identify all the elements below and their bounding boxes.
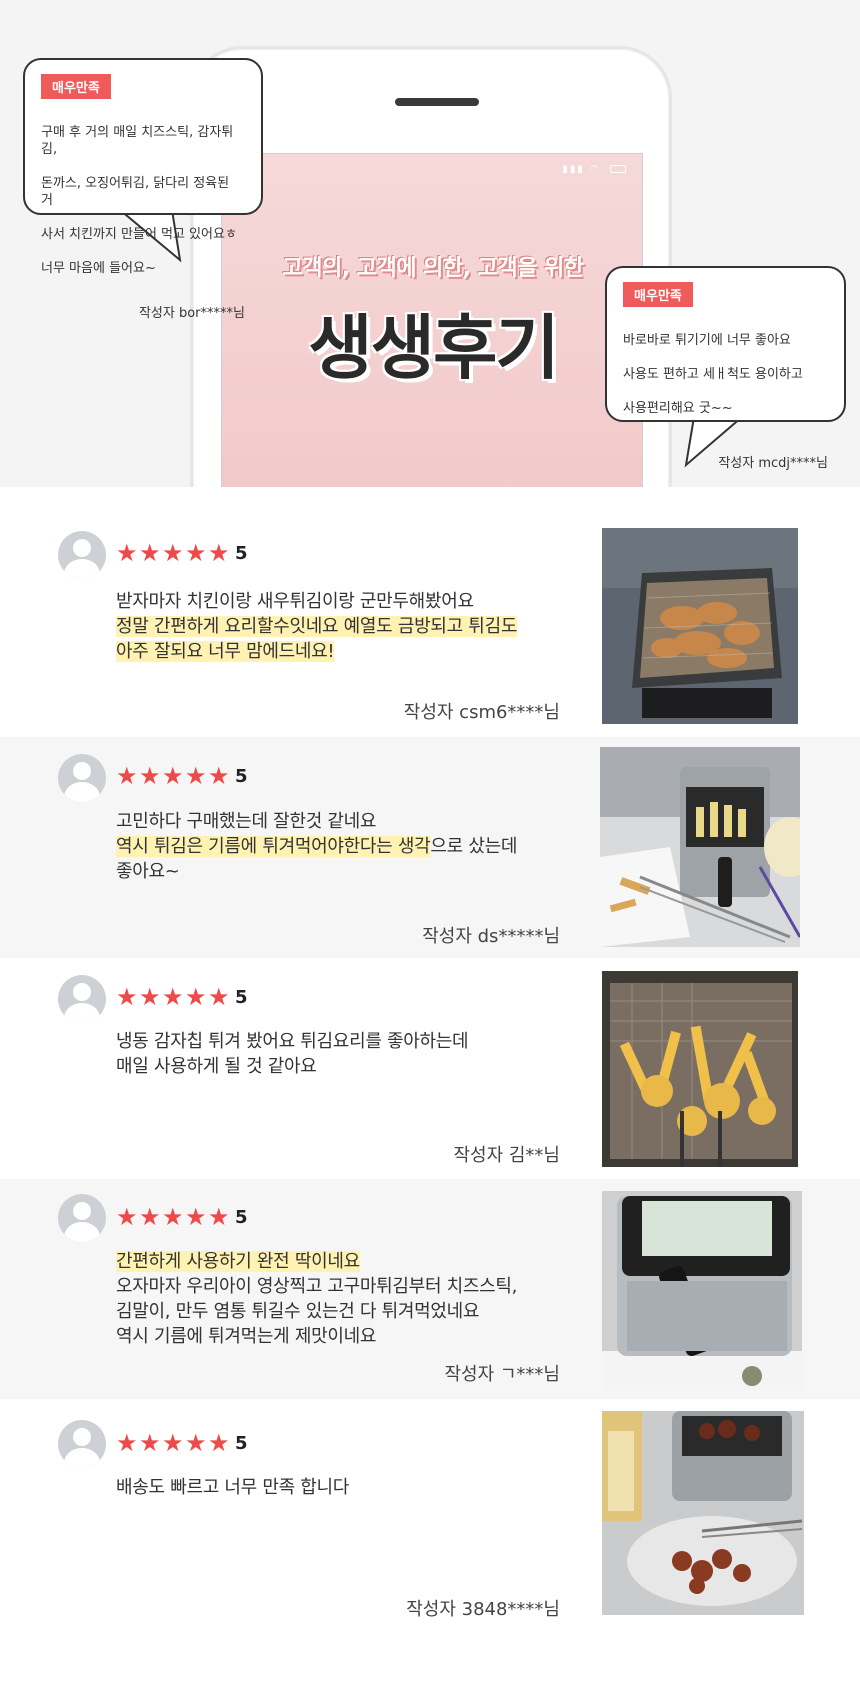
review-author: 작성자 ds*****님: [422, 926, 560, 947]
bubble-line: 사용도 편하고 세ㅐ척도 용이하고: [623, 367, 803, 382]
status-bar-icons: ▮▮▮ ◠: [562, 164, 626, 175]
star-icon: ★: [162, 1203, 184, 1231]
star-icon: ★: [139, 539, 161, 567]
review-author: 작성자 ㄱ***님: [444, 1364, 560, 1385]
review-line: 매일 사용하게 될 것 같아요: [116, 1056, 317, 1077]
review-card: ★ ★ ★ ★ ★ 5 배송도 빠르고 너무 만족 합니다 작성자 3848**…: [0, 1399, 860, 1639]
avatar: [58, 531, 106, 579]
review-author: 작성자 csm6****님: [403, 702, 560, 723]
review-card: ★ ★ ★ ★ ★ 5 받자마자 치킨이랑 새우튀김이랑 군만두해봤어요 정말 …: [0, 508, 860, 737]
star-rating: ★ ★ ★ ★ ★ 5: [116, 539, 248, 567]
review-text: 간편하게 사용하기 완전 딱이네요 오자마자 우리아이 영상찍고 고구마튀김부터…: [116, 1249, 571, 1349]
star-icon: ★: [208, 1429, 230, 1457]
star-rating: ★ ★ ★ ★ ★ 5: [116, 1429, 248, 1457]
rating-value: 5: [235, 1432, 248, 1454]
review-line: 아주 잘되요 너무 맘에드네요!: [116, 641, 335, 662]
star-icon: ★: [185, 1203, 207, 1231]
star-icon: ★: [185, 539, 207, 567]
review-line: 냉동 감자칩 튀겨 봤어요 튀김요리를 좋아하는데: [116, 1031, 469, 1052]
phone-screen: ▮▮▮ ◠ 고객의, 고객에 의한, 고객을 위한 생생후기: [221, 153, 643, 487]
avatar: [58, 1194, 106, 1242]
review-text: 배송도 빠르고 너무 만족 합니다: [116, 1475, 571, 1500]
star-icon: ★: [185, 762, 207, 790]
bubble-author: 작성자 mcdj****님: [718, 456, 828, 471]
review-card: ★ ★ ★ ★ ★ 5 고민하다 구매했는데 잘한것 같네요 역시 튀김은 기름…: [0, 737, 860, 958]
rating-value: 5: [235, 765, 248, 787]
review-line: 정말 간편하게 요리할수잇네요 예열도 금방되고 튀김도: [116, 616, 518, 637]
star-icon: ★: [139, 983, 161, 1011]
review-line: 고민하다 구매했는데 잘한것 같네요: [116, 811, 377, 832]
avatar: [58, 1420, 106, 1468]
star-icon: ★: [116, 539, 138, 567]
bubble-line: 너무 마음에 들어요~: [41, 261, 156, 276]
fried-chicken-basket-photo: [602, 528, 798, 724]
satisfaction-badge: 매우만족: [41, 74, 111, 99]
avatar: [58, 754, 106, 802]
star-icon: ★: [116, 983, 138, 1011]
star-icon: ★: [116, 762, 138, 790]
review-line: 오자마자 우리아이 영상찍고 고구마튀김부터 치즈스틱,: [116, 1276, 518, 1297]
avatar: [58, 975, 106, 1023]
rating-value: 5: [235, 1206, 248, 1228]
star-icon: ★: [139, 1429, 161, 1457]
bubble-text: 구매 후 거의 매일 치즈스틱, 감자튀김, 돈까스, 오징어튀김, 닭다리 정…: [41, 107, 245, 294]
review-line: 역시 튀김은 기름에 튀겨먹어야한다는 생각으로 샀는데: [116, 836, 518, 857]
review-photo[interactable]: [602, 1191, 802, 1391]
review-photo[interactable]: [600, 747, 800, 947]
review-photo[interactable]: [602, 971, 798, 1167]
review-line: 받자마자 치킨이랑 새우튀김이랑 군만두해봤어요: [116, 591, 474, 612]
star-icon: ★: [208, 1203, 230, 1231]
satisfaction-badge: 매우만족: [623, 282, 693, 307]
review-text: 냉동 감자칩 튀겨 봤어요 튀김요리를 좋아하는데 매일 사용하게 될 것 같아…: [116, 1029, 571, 1079]
star-icon: ★: [185, 983, 207, 1011]
review-author: 작성자 3848****님: [406, 1599, 560, 1620]
hero-title: 생생후기: [308, 307, 560, 389]
rating-value: 5: [235, 542, 248, 564]
review-line: 좋아요~: [116, 861, 180, 882]
star-icon: ★: [185, 1429, 207, 1457]
bubble-text: 바로바로 튀기기에 너무 좋아요 사용도 편하고 세ㅐ척도 용이하고 사용편리해…: [623, 315, 828, 434]
bubble-line: 구매 후 거의 매일 치즈스틱, 감자튀김,: [41, 125, 234, 157]
bubble-line: 사서 치킨까지 만들어 먹고 있어요ㅎ: [41, 227, 237, 242]
review-text: 고민하다 구매했는데 잘한것 같네요 역시 튀김은 기름에 튀겨먹어야한다는 생…: [116, 809, 571, 884]
review-line: 역시 기름에 튀겨먹는게 제맛이네요: [116, 1326, 377, 1347]
star-icon: ★: [139, 1203, 161, 1231]
bubble-line: 바로바로 튀기기에 너무 좋아요: [623, 333, 791, 348]
review-card: ★ ★ ★ ★ ★ 5 간편하게 사용하기 완전 딱이네요 오자마자 우리아이 …: [0, 1179, 860, 1399]
bubble-author: 작성자 bor*****님: [138, 306, 245, 321]
review-card: ★ ★ ★ ★ ★ 5 냉동 감자칩 튀겨 봤어요 튀김요리를 좋아하는데 매일…: [0, 958, 860, 1179]
review-photo[interactable]: [602, 1411, 804, 1615]
review-text: 받자마자 치킨이랑 새우튀김이랑 군만두해봤어요 정말 간편하게 요리할수잇네요…: [116, 589, 571, 664]
star-rating: ★ ★ ★ ★ ★ 5: [116, 1203, 248, 1231]
hero-subtitle: 고객의, 고객에 의한, 고객을 위한: [282, 256, 584, 281]
fryer-with-chicken-photo: [602, 1411, 804, 1615]
review-author: 작성자 김**님: [453, 1145, 560, 1166]
rating-value: 5: [235, 986, 248, 1008]
review-line: 간편하게 사용하기 완전 딱이네요: [116, 1251, 360, 1272]
star-icon: ★: [208, 539, 230, 567]
review-line: 김말이, 만두 염통 튀길수 있는건 다 튀겨먹었네요: [116, 1301, 480, 1322]
star-rating: ★ ★ ★ ★ ★ 5: [116, 983, 248, 1011]
phone-speaker: [395, 98, 479, 106]
star-icon: ★: [116, 1429, 138, 1457]
bubble-line: 사용편리해요 굿~~: [623, 401, 733, 416]
speech-bubble-review-1: 매우만족 구매 후 거의 매일 치즈스틱, 감자튀김, 돈까스, 오징어튀김, …: [23, 58, 263, 321]
star-icon: ★: [162, 983, 184, 1011]
star-icon: ★: [139, 762, 161, 790]
star-icon: ★: [208, 983, 230, 1011]
star-icon: ★: [208, 762, 230, 790]
star-rating: ★ ★ ★ ★ ★ 5: [116, 762, 248, 790]
star-icon: ★: [162, 539, 184, 567]
french-fries-basket-photo: [602, 971, 798, 1167]
star-icon: ★: [162, 1429, 184, 1457]
star-icon: ★: [162, 762, 184, 790]
star-icon: ★: [116, 1203, 138, 1231]
hero-banner: ▮▮▮ ◠ 고객의, 고객에 의한, 고객을 위한 생생후기 매우만족 구매 후…: [0, 0, 860, 487]
review-photo[interactable]: [602, 528, 798, 724]
bubble-line: 돈까스, 오징어튀김, 닭다리 정육된 거: [41, 176, 230, 208]
speech-bubble-review-2: 매우만족 바로바로 튀기기에 너무 좋아요 사용도 편하고 세ㅐ척도 용이하고 …: [605, 266, 846, 471]
closed-fryer-photo: [602, 1191, 802, 1391]
fryer-with-tempura-photo: [600, 747, 800, 947]
review-line: 배송도 빠르고 너무 만족 합니다: [116, 1477, 350, 1498]
